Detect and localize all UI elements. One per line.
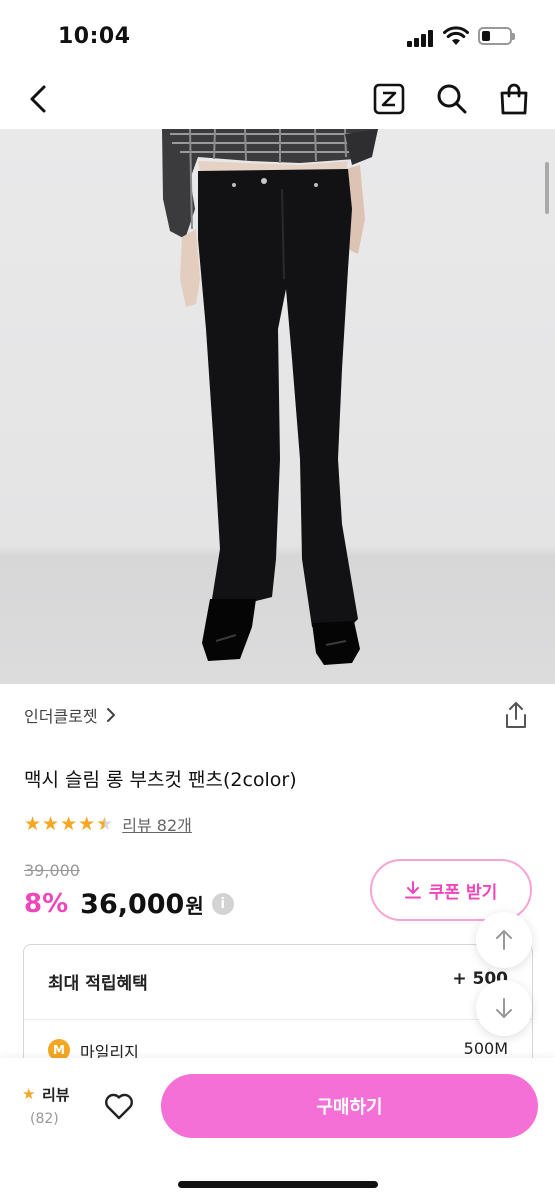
star-icon: ★: [42, 812, 60, 835]
top-nav-bar: [0, 70, 555, 128]
zigzag-z-icon[interactable]: [372, 82, 406, 116]
benefit-header: 최대 적립혜택: [48, 974, 148, 994]
star-icon: ★: [22, 1085, 36, 1103]
rating-row: ★ ★ ★ ★ ★ 리뷰 82개: [24, 811, 192, 837]
product-photo-illustration: [162, 129, 378, 665]
star-icon: ★: [60, 812, 78, 835]
share-icon[interactable]: [502, 700, 530, 730]
wifi-icon: [443, 26, 469, 45]
currency-unit: 원: [185, 893, 204, 918]
buy-button[interactable]: 구매하기: [161, 1074, 538, 1138]
chevron-right-icon: [106, 708, 115, 722]
shopping-bag-icon[interactable]: [497, 82, 531, 116]
star-icon: ★: [24, 812, 42, 835]
mileage-value: 500M: [463, 1039, 508, 1058]
review-count-link[interactable]: 리뷰 82개: [122, 812, 192, 836]
status-bar: 10:04: [0, 0, 555, 70]
arrow-up-icon: [496, 930, 512, 950]
sale-price: 36,000: [80, 888, 185, 920]
brand-name: 인더클로젯: [24, 707, 98, 726]
price-row: 8% 36,000 원 i: [24, 884, 234, 924]
battery-icon: [478, 27, 515, 45]
scroll-down-button[interactable]: [476, 980, 532, 1036]
original-price: 39,000: [24, 861, 80, 880]
image-scroll-indicator: [545, 162, 549, 214]
back-icon[interactable]: [22, 82, 56, 116]
info-icon[interactable]: i: [211, 893, 234, 915]
brand-link[interactable]: 인더클로젯: [24, 700, 116, 730]
download-icon: [404, 881, 421, 899]
star-icon: ★: [78, 812, 96, 835]
discount-rate: 8%: [24, 889, 69, 919]
status-time: 10:04: [58, 24, 131, 49]
product-image[interactable]: [0, 129, 555, 684]
coupon-label: 쿠폰 받기: [428, 882, 498, 903]
bottom-purchase-bar: ★ 리뷰 (82) 구매하기: [0, 1058, 555, 1200]
search-icon[interactable]: [435, 82, 469, 116]
heart-icon[interactable]: [104, 1092, 134, 1120]
half-star-icon: ★: [96, 812, 114, 835]
home-indicator: [178, 1181, 378, 1188]
divider: [24, 1019, 532, 1020]
product-title: 맥시 슬림 롱 부츠컷 팬츠(2color): [24, 769, 297, 791]
bottom-review-label[interactable]: 리뷰: [42, 1084, 70, 1105]
cellular-signal-icon: [407, 29, 435, 47]
star-rating: ★ ★ ★ ★ ★: [24, 812, 114, 835]
bottom-review-count: (82): [30, 1111, 59, 1127]
arrow-down-icon: [496, 998, 512, 1018]
scroll-up-button[interactable]: [476, 912, 532, 968]
